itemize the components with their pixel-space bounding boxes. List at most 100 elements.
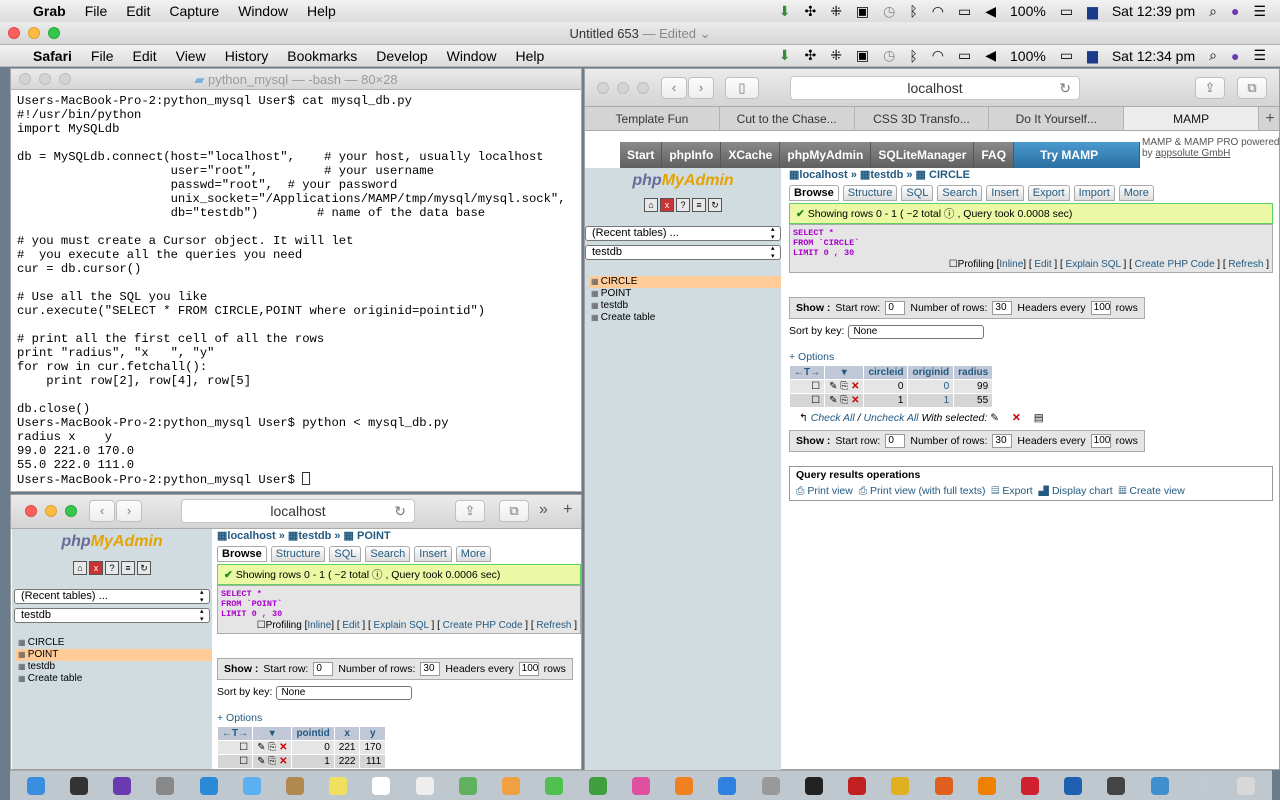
powered-link[interactable]: appsolute GmbH — [1155, 148, 1230, 159]
battery-percent[interactable]: 100% — [1010, 3, 1046, 19]
tool-icon[interactable]: ✣ — [804, 47, 816, 64]
minimize-icon[interactable] — [39, 73, 51, 85]
delete-icon[interactable]: ✕ — [1012, 412, 1021, 424]
close-icon[interactable] — [19, 73, 31, 85]
row-checkbox[interactable]: ☐ — [216, 740, 254, 755]
minimize-icon[interactable] — [28, 27, 40, 39]
maps-icon[interactable] — [458, 776, 477, 795]
flag-icon[interactable]: ▆ — [1087, 3, 1098, 20]
volume-icon[interactable]: ◀ — [985, 3, 996, 20]
siri-icon[interactable] — [113, 776, 132, 795]
menu-file[interactable]: File — [85, 3, 108, 19]
qro-create-view[interactable]: Create view — [1129, 485, 1184, 497]
create-table-link[interactable]: Create table — [589, 312, 781, 324]
uncheck-all-link[interactable]: Uncheck All — [863, 412, 918, 424]
notes-icon[interactable] — [329, 776, 348, 795]
grid-icon[interactable]: ⁜ — [830, 47, 842, 64]
time-machine-icon[interactable]: ◷ — [883, 47, 895, 64]
launchpad-icon[interactable] — [156, 776, 175, 795]
home-icon[interactable]: ⌂ — [644, 198, 658, 212]
downloads-icon[interactable] — [1193, 776, 1212, 795]
qro-print-full[interactable]: Print view (with full texts) — [870, 485, 986, 497]
num-rows-input[interactable]: 30 — [420, 662, 441, 676]
link-refresh[interactable]: Refresh — [1228, 259, 1263, 270]
edited-label[interactable]: — Edited ⌄ — [643, 26, 711, 41]
headers-every-input[interactable]: 100 — [518, 662, 539, 676]
notification-icon[interactable]: ☰ — [1253, 3, 1266, 20]
bluetooth-icon[interactable]: ᛒ — [909, 48, 917, 64]
table-item-point[interactable]: POINT — [16, 649, 212, 661]
menu-file[interactable]: File — [91, 48, 114, 64]
mamp-start[interactable]: Start — [620, 142, 663, 168]
exit-icon[interactable]: x — [89, 561, 103, 575]
tab-browse[interactable]: Browse — [217, 546, 267, 562]
vlc-icon[interactable] — [977, 776, 996, 795]
headers-every-input[interactable]: 100 — [1090, 301, 1111, 315]
query-icon[interactable]: ? — [105, 561, 119, 575]
origin-link[interactable]: 0 — [907, 379, 955, 394]
mamp-phpinfo[interactable]: phpInfo — [662, 142, 722, 168]
help-icon[interactable]: ⓘ — [372, 569, 383, 581]
help-icon[interactable]: ⓘ — [944, 208, 955, 220]
database-select[interactable]: testdb — [14, 608, 210, 624]
database-select[interactable]: testdb — [585, 245, 781, 261]
tab-more[interactable]: More — [455, 546, 491, 562]
col-pointid[interactable]: pointid — [291, 726, 335, 741]
menu-bookmarks[interactable]: Bookmarks — [287, 48, 357, 64]
battery-icon[interactable]: ▭ — [1060, 3, 1073, 20]
start-row-input[interactable]: 0 — [313, 662, 334, 676]
col-circleid[interactable]: circleid — [863, 365, 909, 380]
qro-display-chart[interactable]: Display chart — [1052, 485, 1113, 497]
mamp-phpmyadmin[interactable]: phpMyAdmin — [780, 142, 872, 168]
sidebar-icon[interactable]: ▯ — [725, 77, 759, 99]
qro-print[interactable]: Print view — [807, 485, 853, 497]
menu-help[interactable]: Help — [307, 3, 336, 19]
zoom-icon[interactable] — [59, 73, 71, 85]
siri-icon[interactable]: ● — [1231, 48, 1239, 64]
terminal-icon[interactable] — [804, 776, 823, 795]
mail-icon[interactable] — [242, 776, 261, 795]
new-tab-icon[interactable]: + — [563, 501, 572, 519]
tab-import[interactable]: Import — [1073, 185, 1115, 201]
link-explain[interactable]: Explain SQL — [1066, 259, 1121, 270]
tabs-icon[interactable]: ⧉ — [1237, 77, 1267, 99]
link-refresh[interactable]: Refresh — [536, 620, 571, 631]
origin-link[interactable]: 1 — [907, 393, 955, 408]
reload-icon[interactable]: ↻ — [394, 500, 406, 522]
finder-icon[interactable] — [26, 776, 45, 795]
menu-window[interactable]: Window — [447, 48, 497, 64]
qro-export[interactable]: Export — [1002, 485, 1032, 497]
table-item-point[interactable]: POINT — [589, 288, 781, 300]
tab-sql[interactable]: SQL — [901, 185, 934, 201]
check-all-link[interactable]: Check All — [811, 412, 855, 424]
tab-search[interactable]: Search — [365, 546, 411, 562]
col-arrows[interactable]: ←T→ — [788, 365, 826, 380]
show-button[interactable]: Show : — [796, 435, 830, 447]
row-actions[interactable]: ✎ ⎘ ✕ — [824, 393, 865, 408]
tab-cut-to-the-chase[interactable]: Cut to the Chase... — [720, 107, 855, 130]
clock[interactable]: Sat 12:39 pm — [1112, 3, 1195, 19]
vscode-icon[interactable] — [1064, 776, 1083, 795]
link-explain[interactable]: Explain SQL — [374, 620, 429, 631]
menu-help[interactable]: Help — [515, 48, 544, 64]
share-icon[interactable]: ⇪ — [455, 500, 485, 522]
recent-tables-select[interactable]: (Recent tables) ... — [14, 589, 210, 605]
battery-icon[interactable]: ▭ — [1060, 47, 1073, 64]
messages-icon[interactable] — [545, 776, 564, 795]
menu-edit[interactable]: Edit — [132, 48, 156, 64]
db-item[interactable]: testdb — [589, 300, 781, 312]
show-button[interactable]: Show : — [796, 302, 830, 314]
tab-more[interactable]: More — [1118, 185, 1154, 201]
reload-icon[interactable]: ↻ — [708, 198, 722, 212]
create-table-link[interactable]: Create table — [16, 673, 212, 685]
menu-develop[interactable]: Develop — [376, 48, 427, 64]
preferences-icon[interactable] — [761, 776, 780, 795]
siri-icon[interactable]: ● — [1231, 3, 1239, 19]
reminders-icon[interactable] — [415, 776, 434, 795]
mamp-xcache[interactable]: XCache — [721, 142, 781, 168]
forward-button[interactable]: › — [116, 500, 142, 522]
mamp-sqlitemanager[interactable]: SQLiteManager — [871, 142, 975, 168]
tool-icon[interactable]: ✣ — [804, 3, 816, 20]
options-link[interactable]: + Options — [217, 712, 581, 724]
row-checkbox[interactable]: ☐ — [788, 393, 826, 408]
